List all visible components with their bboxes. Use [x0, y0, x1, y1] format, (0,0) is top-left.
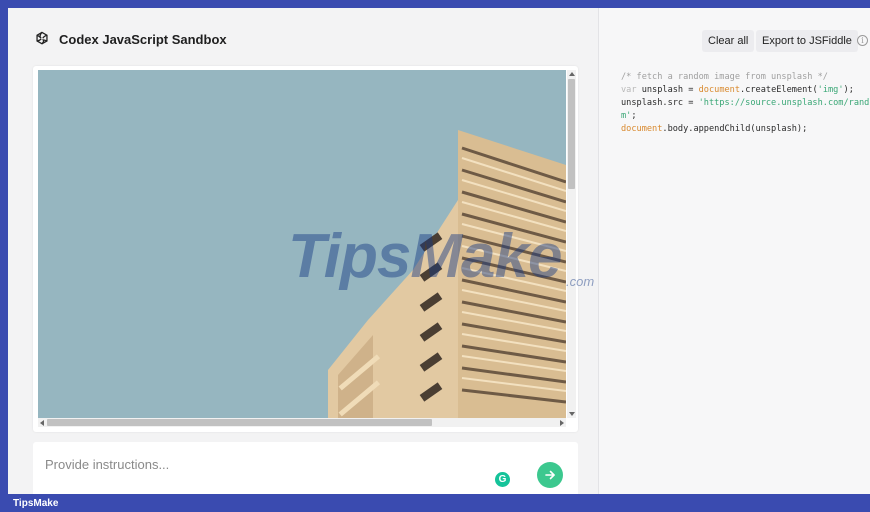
instructions-input[interactable] — [45, 454, 485, 474]
code-text: unsplash.src = — [621, 98, 699, 108]
horizontal-scroll-thumb[interactable] — [47, 419, 432, 426]
watermark: TipsMake — [288, 222, 562, 291]
footer-label: TipsMake — [13, 498, 59, 509]
code-text: ; — [631, 111, 637, 121]
footer-bar: TipsMake — [0, 494, 870, 512]
code-string: 'img' — [817, 85, 844, 95]
scroll-up-icon[interactable] — [569, 72, 575, 76]
vertical-scroll-thumb[interactable] — [568, 79, 575, 189]
code-text: ); — [843, 85, 854, 95]
code-keyword: var — [621, 85, 637, 95]
generated-code: /* fetch a random image from unsplash */… — [621, 71, 870, 136]
code-string: m' — [621, 111, 632, 121]
app-window: Codex JavaScript Sandbox Provide instruc… — [8, 8, 870, 494]
instruction-box: G — [33, 442, 578, 494]
horizontal-scrollbar[interactable] — [38, 418, 566, 427]
openai-logo-icon — [36, 31, 48, 45]
code-text: .body.appendChild(unsplash); — [662, 124, 808, 134]
code-string: 'https://source.unsplash.com/rando — [698, 98, 870, 108]
grammarly-icon[interactable]: G — [495, 472, 510, 487]
export-jsfiddle-button[interactable]: Export to JSFiddle — [756, 30, 858, 52]
arrow-right-icon — [545, 470, 555, 480]
scroll-down-icon[interactable] — [569, 412, 575, 416]
code-text: unsplash = — [636, 85, 699, 95]
info-icon[interactable]: i — [857, 35, 868, 46]
code-object: document — [621, 124, 663, 134]
scroll-right-icon[interactable] — [560, 420, 564, 426]
code-text: .createElement( — [740, 85, 818, 95]
vertical-scrollbar[interactable] — [567, 70, 576, 418]
code-panel: Clear all Export to JSFiddle i /* fetch … — [598, 8, 870, 494]
clear-all-button[interactable]: Clear all — [702, 30, 755, 52]
submit-button[interactable] — [537, 462, 563, 488]
app-header: Codex JavaScript Sandbox — [33, 30, 227, 48]
code-comment: /* fetch a random image from unsplash */ — [621, 72, 828, 82]
scroll-left-icon[interactable] — [40, 420, 44, 426]
code-object: document — [698, 85, 741, 95]
app-title: Codex JavaScript Sandbox — [59, 31, 227, 47]
watermark-suffix: .com — [566, 274, 595, 289]
